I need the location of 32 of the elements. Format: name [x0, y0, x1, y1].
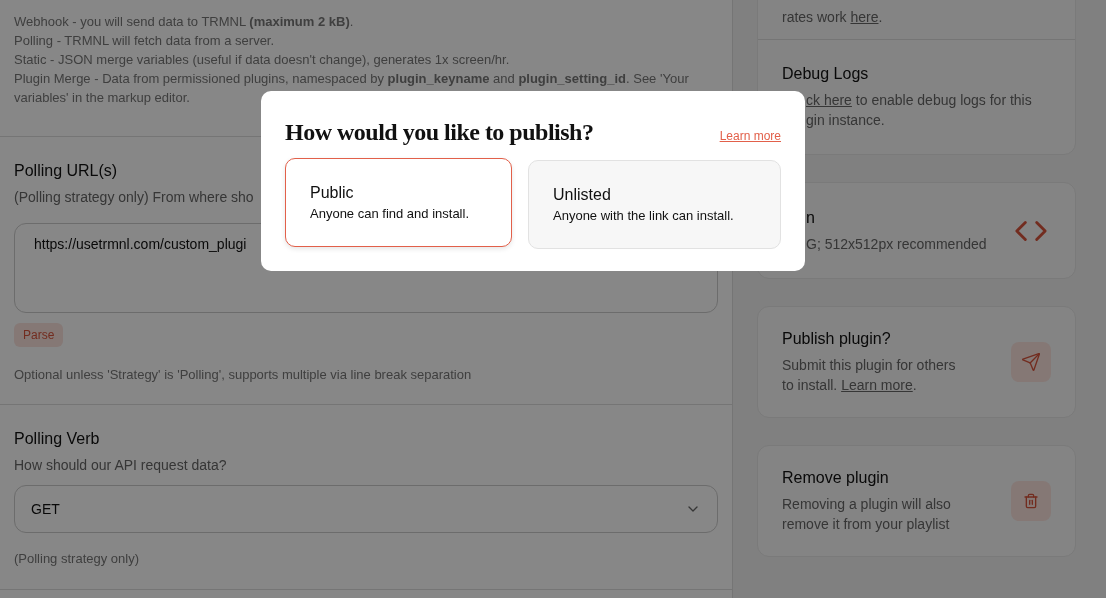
trash-icon — [1023, 493, 1039, 509]
card-title: Remove plugin — [782, 468, 890, 488]
parse-button[interactable]: Parse — [14, 323, 64, 347]
card-title: n — [806, 207, 816, 228]
section-title: Debug Logs — [782, 64, 870, 84]
card-title: Publish plugin? — [782, 329, 892, 349]
help-text: (Polling strategy only) — [14, 550, 140, 568]
action-button[interactable] — [1011, 481, 1051, 521]
card-description: G; 512x512px recommended — [806, 234, 987, 254]
card-description: Submit this plugin for others to install. Learn more. — [782, 356, 957, 395]
help-text: Polling - TRMNL will fetch data from a server. — [14, 32, 276, 50]
verb-select[interactable]: GET — [14, 485, 718, 533]
help-text: Optional unless 'Strategy' is 'Polling', supports multiple via line break separation — [14, 366, 473, 384]
field-label: Polling Verb — [14, 429, 101, 449]
publish-option[interactable]: Public Anyone can find and install. — [285, 158, 512, 247]
action-button[interactable] — [1011, 342, 1051, 382]
click-here-link[interactable]: ck here — [806, 92, 852, 108]
send-icon — [1021, 352, 1041, 372]
here-link[interactable]: here — [850, 9, 879, 25]
dialog-title: How would you like to publish? — [285, 119, 594, 146]
field-description: (Polling strategy only) From where sho — [14, 188, 254, 207]
debug-description: gin instance. — [805, 111, 886, 130]
help-text: Static - JSON merge variables (useful if data doesn't change), generates 1x screen/hr. — [14, 51, 511, 69]
publish-option[interactable]: Unlisted Anyone with the link can install. — [528, 160, 781, 249]
help-text: Webhook - you will send data to TRMNL (maximum 2 kB). — [14, 13, 355, 31]
field-label: Polling URL(s) — [14, 161, 119, 181]
help-text: Plugin Merge - Data from permissioned plugins, namespaced by plugin_keyname and plugin_setting_id. See 'Your variables' in the markup editor. — [14, 70, 690, 107]
refresh-note: rates work here. — [782, 8, 884, 27]
card-description: Removing a plugin will also remove it from your playlist — [782, 495, 952, 534]
learn-more-link[interactable]: Learn more — [841, 377, 913, 393]
learn-more-link[interactable]: Learn more — [719, 129, 781, 143]
field-description: How should our API request data? — [14, 456, 227, 475]
